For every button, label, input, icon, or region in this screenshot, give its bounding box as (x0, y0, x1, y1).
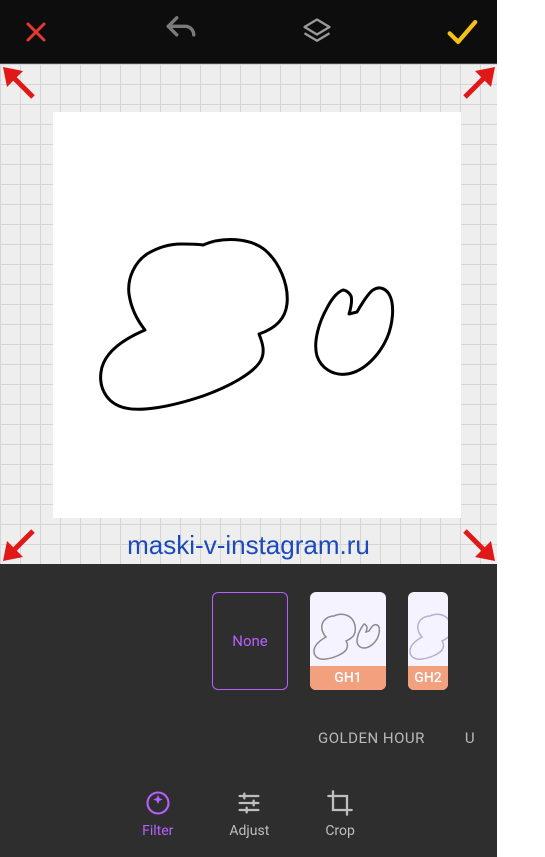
category-golden-hour[interactable]: GOLDEN HOUR (318, 729, 425, 747)
top-bar (0, 0, 497, 63)
arrow-icon (455, 521, 495, 561)
thumbnail-image (312, 604, 384, 664)
check-icon (444, 15, 478, 49)
crop-icon (326, 789, 354, 817)
tool-crop[interactable]: Crop (325, 789, 355, 839)
bottom-tool-bar: Filter Adjust Crop (0, 770, 497, 857)
crop-canvas[interactable]: maski-v-instagram.ru (0, 63, 497, 564)
tool-filter[interactable]: Filter (142, 789, 173, 839)
tool-label: Filter (142, 823, 173, 839)
tool-label: Adjust (229, 823, 269, 839)
arrow-icon (3, 67, 43, 107)
crop-handle-br[interactable] (455, 521, 495, 561)
filter-categories: GOLDEN HOUR U (318, 729, 477, 747)
category-urban[interactable]: U (465, 729, 477, 747)
close-icon (24, 20, 48, 44)
confirm-button[interactable] (441, 12, 481, 52)
tool-label: Crop (325, 823, 355, 839)
arrow-icon (3, 521, 43, 561)
crop-handle-tl[interactable] (3, 67, 43, 107)
adjust-icon (235, 789, 263, 817)
screen-padding (497, 0, 545, 857)
crop-handle-tr[interactable] (455, 67, 495, 107)
filter-thumb-none[interactable]: None (212, 592, 288, 690)
undo-button[interactable] (161, 12, 201, 52)
arrow-icon (455, 67, 495, 107)
watermark-text: maski-v-instagram.ru (0, 530, 497, 561)
crop-handle-bl[interactable] (3, 521, 43, 561)
filter-none-label: None (232, 632, 268, 650)
filter-thumb-gh2[interactable]: GH2 (408, 592, 448, 690)
thumbnail-image (408, 604, 448, 664)
filter-strip: None GH1 GH2 GOLDEN HOUR U (0, 564, 497, 770)
filter-label: GH1 (310, 666, 386, 690)
layers-icon (302, 17, 332, 47)
filter-label: GH2 (408, 666, 448, 690)
layers-button[interactable] (297, 12, 337, 52)
filter-icon (144, 789, 172, 817)
user-image (53, 112, 461, 518)
filter-thumb-gh1[interactable]: GH1 (310, 592, 386, 690)
tool-adjust[interactable]: Adjust (229, 789, 269, 839)
close-button[interactable] (16, 12, 56, 52)
undo-icon (164, 15, 198, 49)
